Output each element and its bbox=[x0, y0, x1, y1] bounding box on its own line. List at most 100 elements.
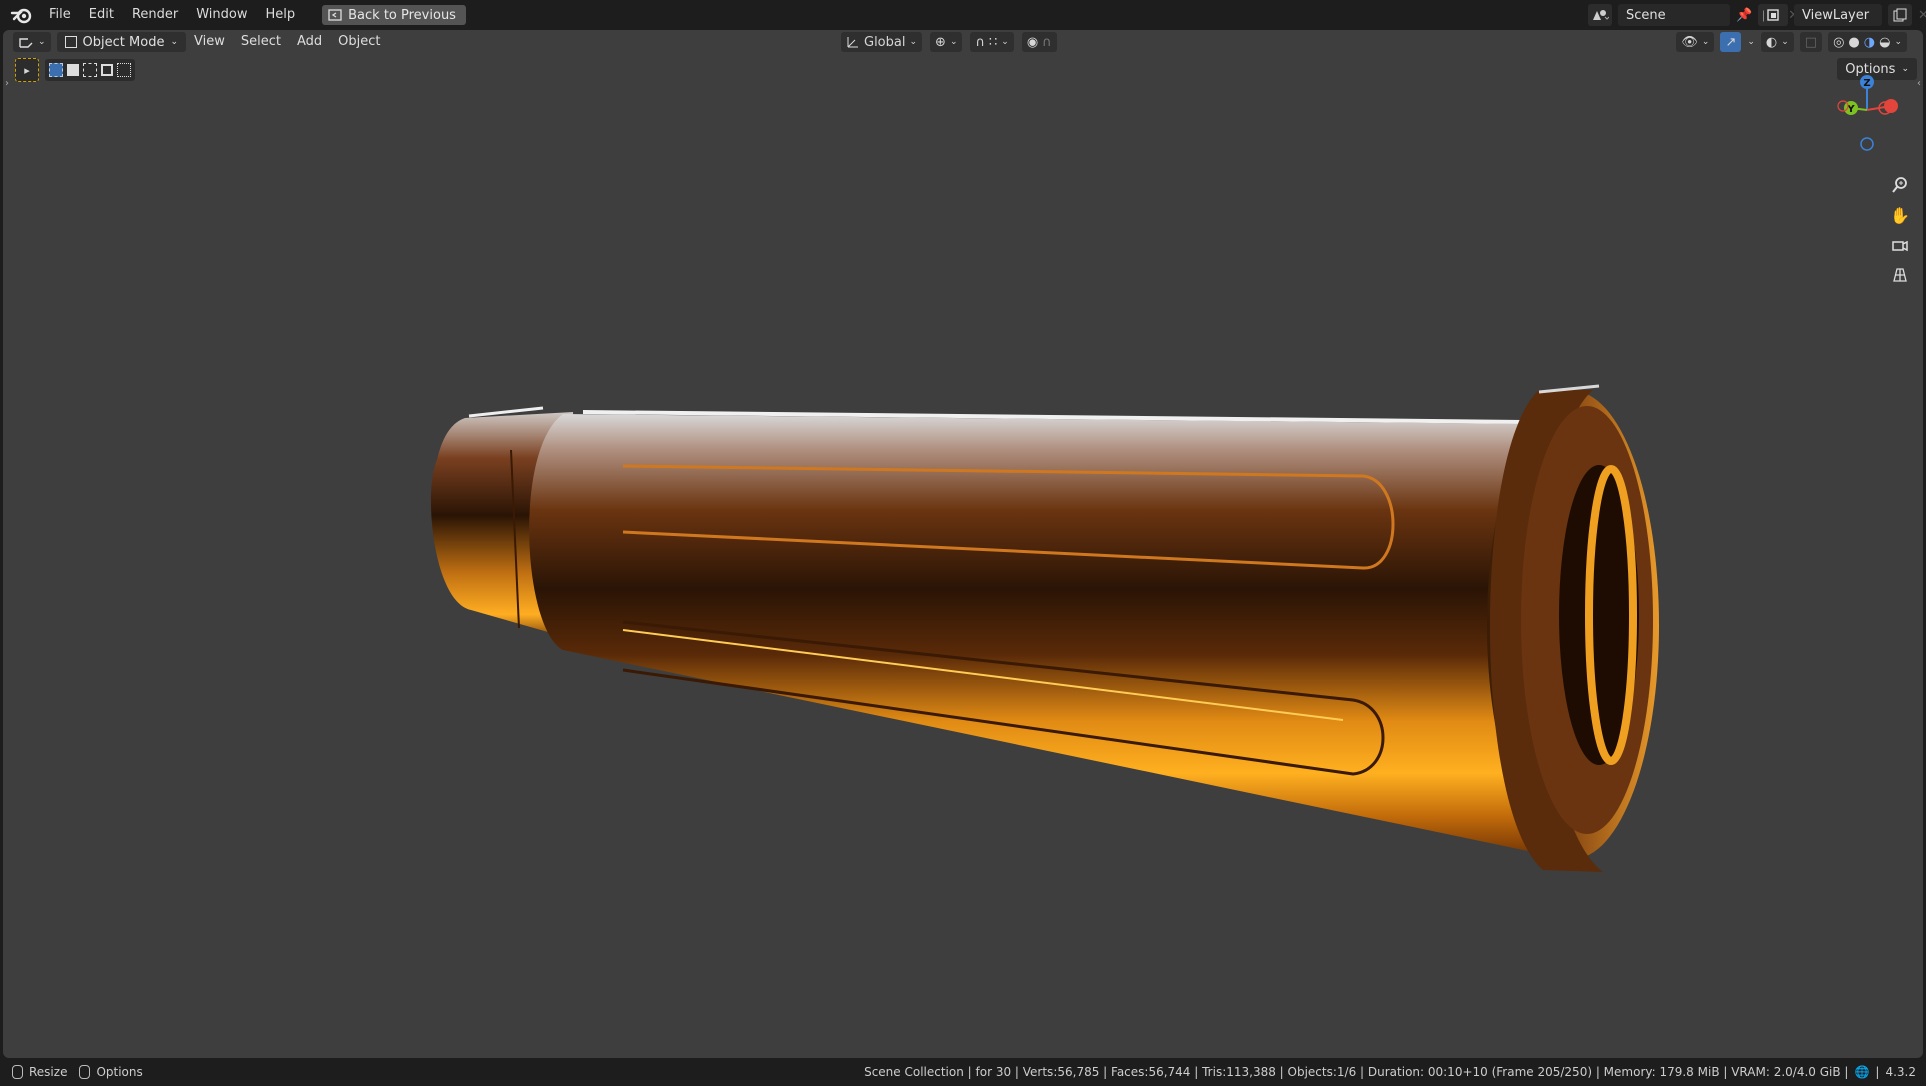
pan-button[interactable]: ✋ bbox=[1887, 202, 1913, 228]
viewport-header: ⌄ Object Mode ⌄ View Select Add Object G… bbox=[3, 30, 1923, 54]
top-menu-bar: File Edit Render Window Help Back to Pre… bbox=[0, 0, 1926, 30]
chevron-down-icon: ⌄ bbox=[949, 37, 958, 47]
proportional-editing-toggle[interactable]: ◉ ∩ bbox=[1021, 32, 1057, 52]
add-menu[interactable]: Add bbox=[289, 30, 330, 54]
gizmo-icon: ↗ bbox=[1725, 34, 1737, 50]
pivot-point-icon: ⊕ bbox=[935, 34, 946, 50]
set-new-selection-icon[interactable] bbox=[49, 63, 63, 77]
status-bar: Resize Options Scene Collection | for 30… bbox=[0, 1058, 1926, 1086]
snap-grid-icon: ∷ bbox=[989, 34, 998, 50]
hand-icon: ✋ bbox=[1890, 205, 1910, 225]
editor-type-button[interactable]: ⌄ bbox=[13, 32, 51, 52]
solid-shading-icon[interactable]: ● bbox=[1848, 35, 1859, 50]
perspective-toggle-button[interactable] bbox=[1887, 262, 1913, 288]
select-box-tool-button[interactable]: ▸ bbox=[15, 58, 39, 82]
proportional-editing-icon: ◉ bbox=[1026, 34, 1039, 50]
status-info: Scene Collection | for 30 | Verts:56,785… bbox=[864, 1065, 1916, 1079]
select-tool-row: ▸ bbox=[15, 58, 135, 82]
scene-browse-button[interactable] bbox=[1588, 4, 1612, 26]
object-mode-dropdown[interactable]: Object Mode ⌄ bbox=[56, 32, 186, 52]
options-hint: Options bbox=[96, 1065, 143, 1079]
toolbar-expand-icon[interactable]: › bbox=[5, 78, 9, 89]
scene-statistics: Scene Collection | for 30 | Verts:56,785… bbox=[864, 1065, 1849, 1079]
screen-back-icon bbox=[328, 9, 342, 21]
mouse-left-icon bbox=[12, 1065, 23, 1079]
extend-selection-icon[interactable] bbox=[67, 64, 79, 76]
delete-view-layer-icon[interactable]: ✕ bbox=[1918, 8, 1926, 23]
menu-render[interactable]: Render bbox=[123, 0, 187, 30]
intersect-selection-icon[interactable] bbox=[117, 63, 131, 77]
duplicate-icon bbox=[1893, 8, 1907, 22]
3d-viewport[interactable]: ⌄ Object Mode ⌄ View Select Add Object G… bbox=[3, 30, 1923, 1058]
view-layer-browse-button[interactable] bbox=[1764, 4, 1788, 26]
object-menu[interactable]: Object bbox=[330, 30, 388, 54]
xray-toggle[interactable]: □ bbox=[1799, 32, 1823, 52]
back-to-previous-label: Back to Previous bbox=[348, 7, 456, 23]
selection-mode-buttons bbox=[45, 59, 135, 81]
resize-hint: Resize bbox=[29, 1065, 68, 1079]
shading-modes: ◎ ● ◑ ◒ ⌄ bbox=[1828, 32, 1907, 52]
separator: | bbox=[1875, 1065, 1880, 1079]
wireframe-shading-icon[interactable]: ◎ bbox=[1833, 35, 1844, 50]
z-axis-label: Z bbox=[1863, 78, 1870, 89]
new-view-layer-button[interactable] bbox=[1888, 4, 1912, 26]
navigation-gizmo[interactable]: Z Y bbox=[1833, 70, 1903, 156]
negative-z-axis-icon[interactable] bbox=[1860, 137, 1874, 151]
scene-name: Scene bbox=[1626, 7, 1666, 23]
scene-name-field[interactable]: Scene bbox=[1618, 4, 1730, 26]
orientation-label: Global bbox=[864, 34, 906, 50]
3d-view-editor-icon bbox=[19, 38, 33, 48]
mouse-right-icon bbox=[79, 1065, 91, 1079]
chevron-down-icon: ⌄ bbox=[909, 37, 918, 47]
chevron-down-icon[interactable]: ⌄ bbox=[1894, 37, 1902, 47]
subtract-selection-icon[interactable] bbox=[83, 63, 97, 77]
chevron-down-icon[interactable]: ⌄ bbox=[1747, 37, 1755, 47]
view-layer-icon bbox=[1767, 9, 1779, 21]
view-layer-name-field[interactable]: ViewLayer bbox=[1794, 4, 1882, 26]
grid-perspective-icon bbox=[1893, 268, 1907, 282]
invert-selection-icon[interactable] bbox=[101, 64, 113, 76]
menu-file[interactable]: File bbox=[40, 0, 80, 30]
overlays-toggle[interactable]: ◐ ⌄ bbox=[1760, 32, 1794, 52]
magnet-icon: ∩ bbox=[975, 34, 985, 50]
select-menu[interactable]: Select bbox=[233, 30, 289, 54]
visibility-dropdown[interactable]: 👁 ⌄ bbox=[1676, 32, 1715, 52]
camera-icon bbox=[1892, 240, 1908, 252]
menu-help[interactable]: Help bbox=[257, 0, 305, 30]
view-layer-name: ViewLayer bbox=[1802, 7, 1870, 23]
view-layer-selector: ViewLayer ✕ bbox=[1764, 4, 1926, 26]
orientation-axes-icon bbox=[847, 37, 858, 48]
orientation-dropdown[interactable]: Global ⌄ bbox=[841, 32, 923, 52]
cursor-arrow-icon: ▸ bbox=[24, 63, 30, 77]
pivot-point-dropdown[interactable]: ⊕ ⌄ bbox=[930, 32, 963, 52]
viewport-display-controls: 👁 ⌄ ↗ ⌄ ◐ ⌄ □ ◎ ● ◑ ◒ ⌄ bbox=[1676, 32, 1907, 52]
overlays-icon: ◐ bbox=[1765, 34, 1778, 50]
chevron-down-icon: ⌄ bbox=[1701, 37, 1710, 47]
chevron-down-icon: ⌄ bbox=[38, 37, 46, 47]
menu-edit[interactable]: Edit bbox=[80, 0, 123, 30]
falloff-icon: ∩ bbox=[1042, 34, 1052, 50]
rendered-tube-object[interactable] bbox=[3, 30, 1923, 1058]
blender-logo-icon[interactable] bbox=[10, 3, 34, 27]
rendered-shading-icon[interactable]: ◒ bbox=[1879, 35, 1890, 50]
object-mode-icon bbox=[64, 36, 77, 48]
blender-version: 4.3.2 bbox=[1885, 1065, 1916, 1079]
chevron-down-icon: ⌄ bbox=[1001, 37, 1009, 47]
object-mode-label: Object Mode bbox=[82, 34, 165, 50]
menu-window[interactable]: Window bbox=[187, 0, 256, 30]
zoom-button[interactable] bbox=[1887, 172, 1913, 198]
scene-icon bbox=[1593, 10, 1609, 20]
eye-icon: 👁 bbox=[1681, 34, 1698, 50]
snap-toggle[interactable]: ∩ ∷ ⌄ bbox=[970, 32, 1014, 52]
view-menu[interactable]: View bbox=[186, 30, 233, 54]
pin-scene-icon[interactable]: 📌 bbox=[1736, 8, 1752, 23]
xray-icon: □ bbox=[1804, 34, 1818, 50]
zoom-magnifier-icon bbox=[1892, 177, 1907, 193]
gizmo-toggle[interactable]: ↗ bbox=[1720, 32, 1742, 52]
chevron-down-icon: ⌄ bbox=[170, 37, 178, 47]
material-shading-icon[interactable]: ◑ bbox=[1864, 35, 1875, 50]
network-globe-icon: 🌐 bbox=[1854, 1065, 1870, 1079]
camera-view-button[interactable] bbox=[1887, 232, 1913, 258]
back-to-previous-button[interactable]: Back to Previous bbox=[322, 5, 466, 25]
sidebar-expand-icon[interactable]: ‹ bbox=[1917, 78, 1921, 89]
